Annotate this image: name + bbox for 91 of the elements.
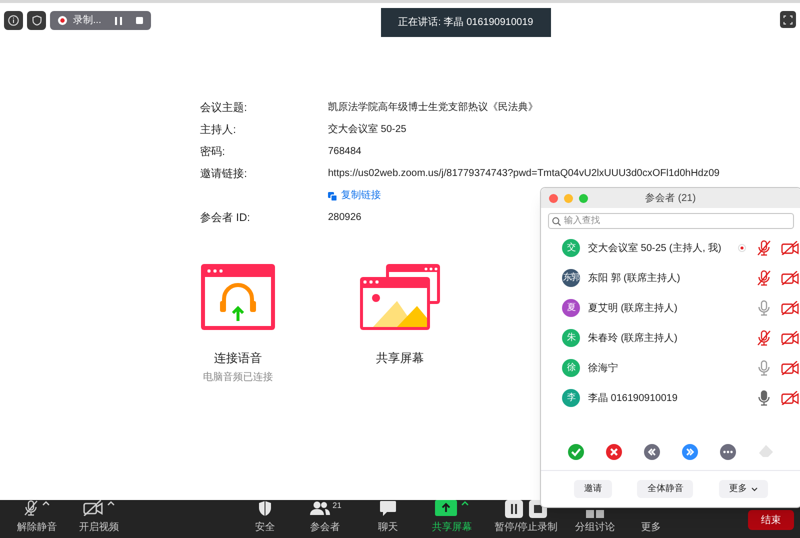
participant-count: 21 [332,500,342,512]
stop-icon[interactable] [136,17,144,24]
recording-label: 录制... [73,14,102,28]
grid-icon [586,510,604,518]
info-value: 280926 [328,211,362,225]
participant-row[interactable]: 李 李晶 016190910019 [541,383,800,413]
toolbar-label[interactable]: 开启视频 [79,520,119,535]
shield-icon [257,500,273,517]
participant-row[interactable]: 夏 夏艾明 (联席主持人) [541,293,800,323]
video-off-icon[interactable] [781,330,799,346]
info-label: 主持人: [200,123,238,137]
participant-row[interactable]: 交 交大会议室 50-25 (主持人, 我) [541,233,800,263]
info-value: https://us02web.zoom.us/j/81779374743?pwd=TmtaQ04vU2lxUUU3d0cxOFl1d0hHdz09 [328,167,720,181]
caret-icon[interactable] [461,500,469,506]
panel-button[interactable]: 邀请 [574,480,612,498]
avatar: 朱 [562,329,580,347]
toolbar-label[interactable]: 参会者 [310,520,340,535]
participant-name: 夏艾明 (联席主持人) [588,302,678,316]
caret-icon[interactable] [107,500,115,506]
toolbar-label[interactable]: 暂停/停止录制 [494,520,558,535]
info-label: 邀请链接: [200,167,248,181]
info-label: 参会者 ID: [200,211,252,225]
share-window-drawing[interactable] [359,263,441,331]
people-icon [308,500,331,516]
muted-mic-icon[interactable] [757,330,771,346]
info-label: 密码: [200,145,226,159]
record-dot-icon [58,16,67,25]
no-icon[interactable] [606,444,622,460]
info-icon [8,15,19,26]
window-title: 参会者 (21) [645,192,696,206]
info-value: 交大会议室 50-25 [328,123,406,137]
info-value: 768484 [328,145,362,159]
caret-icon[interactable] [42,500,50,506]
action-label: 连接语音 [214,350,262,367]
participant-name: 东阳 郭 (联席主持人) [588,272,680,286]
pause-icon[interactable] [115,16,122,24]
shield-icon [32,15,42,26]
avatar: 东郭 [562,269,580,287]
chevron-down-icon [751,486,758,492]
toolbar-label[interactable]: 分组讨论 [575,520,615,535]
security-button[interactable] [27,11,46,30]
action-status: 电脑音频已连接 [203,370,273,385]
participant-row[interactable]: 朱 朱春玲 (联席主持人) [541,323,800,353]
speaking-mic-icon[interactable] [757,390,771,406]
muted-mic-icon[interactable] [757,240,771,256]
participant-row[interactable]: 徐 徐海宁 [541,353,800,383]
search-input[interactable]: 输入查找 [564,214,790,228]
panel-button[interactable]: 更多 [719,480,768,498]
close-window-button[interactable] [549,194,558,202]
info-value: 凯原法学院高年级博士生党支部热议《民法典》 [328,101,538,115]
toolbar-label[interactable]: 共享屏幕 [432,520,472,535]
video-off-icon[interactable] [781,240,799,256]
avatar: 李 [562,389,580,407]
toolbar-label[interactable]: 更多 [641,520,661,535]
info-button[interactable] [4,11,23,30]
copy-icon [328,192,337,200]
avatar: 交 [562,239,580,257]
info-label: 会议主题: [200,101,248,115]
participant-name: 徐海宁 [588,362,618,376]
video-off-icon[interactable] [781,270,799,286]
slower-icon[interactable] [644,444,660,460]
search-icon [552,216,561,226]
panel-button[interactable]: 全体静音 [637,480,694,498]
speaking-banner: 正在讲话: 李晶 016190910019 [380,8,551,37]
avatar: 夏 [562,299,580,317]
participant-name: 朱春玲 (联席主持人) [588,332,678,346]
chat-bubble-icon [379,500,397,517]
faster-icon[interactable] [682,444,698,460]
toolbar-label[interactable]: 安全 [255,520,275,535]
pause-stop-icon [505,500,547,518]
end-button[interactable]: 结束 [748,510,794,530]
toolbar-label[interactable]: 解除静音 [17,520,57,535]
video-off-icon[interactable] [781,360,799,376]
participant-name: 李晶 016190910019 [588,392,678,406]
muted-mic-icon[interactable] [757,270,771,286]
avatar: 徐 [562,359,580,377]
mic-icon[interactable] [757,300,771,316]
mic-icon[interactable] [757,360,771,376]
yes-icon[interactable] [568,444,584,460]
search-field[interactable]: 输入查找 [548,213,794,229]
participant-name: 交大会议室 50-25 (主持人, 我) [588,242,722,256]
fullscreen-button[interactable] [780,11,796,28]
toolbar-label[interactable]: 聊天 [378,520,398,535]
headphones-window-drawing[interactable] [200,263,276,331]
participant-row[interactable]: 东郭 东阳 郭 (联席主持人) [541,263,800,293]
action-label: 共享屏幕 [376,350,424,367]
more-icon[interactable] [720,444,736,460]
fullscreen-icon [783,14,793,24]
video-off-icon[interactable] [781,300,799,316]
video-off-icon[interactable] [781,390,799,406]
copy-link-button[interactable]: 复制链接 [328,189,381,203]
